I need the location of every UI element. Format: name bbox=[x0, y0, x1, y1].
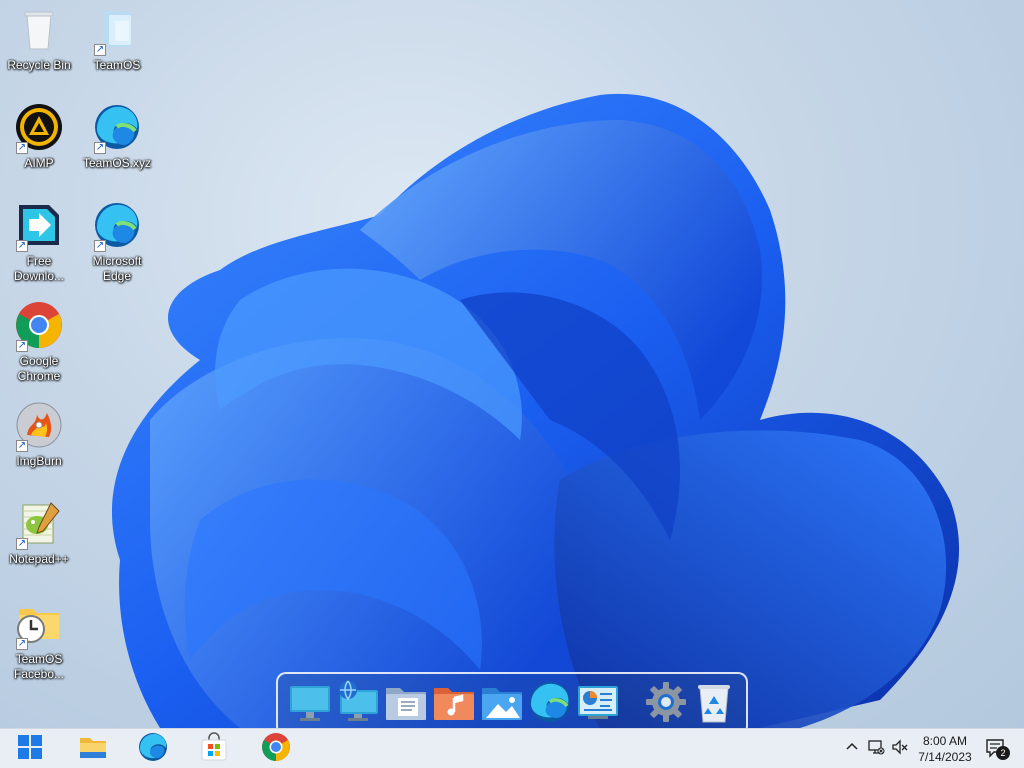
edge-icon bbox=[138, 732, 168, 767]
desktop-icon-imgburn[interactable]: ↗ ImgBurn bbox=[0, 402, 78, 469]
desktop-icon-label: Notepad++ bbox=[9, 552, 69, 566]
desktop-icon-teamos-facebook[interactable]: ↗ TeamOS Facebo... bbox=[0, 600, 78, 682]
shortcut-arrow-icon: ↗ bbox=[16, 340, 28, 352]
desktop-icon-label: TeamOS.xyz bbox=[82, 156, 151, 170]
desktop-monitor-icon bbox=[288, 680, 332, 729]
desktop-icon-teamos[interactable]: ↗ TeamOS bbox=[78, 6, 156, 73]
taskbar-edge[interactable] bbox=[135, 732, 171, 766]
network-globe-icon bbox=[336, 680, 380, 729]
desktop-icon-aimp[interactable]: ↗ AIMP bbox=[0, 103, 78, 171]
desktop-icon-teamos-xyz[interactable]: ↗ TeamOS.xyz bbox=[78, 104, 156, 171]
shortcut-arrow-icon: ↗ bbox=[16, 240, 28, 252]
desktop-icon-label: Microsoft Edge bbox=[92, 254, 142, 283]
shortcut-arrow-icon: ↗ bbox=[16, 638, 28, 650]
desktop[interactable]: Recycle Bin ↗ AIMP ↗ Free Downlo... ↗ Go… bbox=[0, 0, 1024, 728]
shortcut-arrow-icon: ↗ bbox=[94, 44, 106, 56]
desktop-icon-notepadpp[interactable]: ↗ Notepad++ bbox=[0, 500, 78, 567]
desktop-icon-label: TeamOS bbox=[93, 58, 141, 72]
settings-gear-icon bbox=[644, 680, 688, 729]
desktop-icon-google-chrome[interactable]: ↗ Google Chrome bbox=[0, 301, 78, 384]
clock-date: 7/14/2023 bbox=[918, 750, 972, 764]
dock-item-network[interactable] bbox=[336, 680, 380, 729]
desktop-icon-free-download-manager[interactable]: ↗ Free Downlo... bbox=[0, 202, 78, 284]
shortcut-arrow-icon: ↗ bbox=[94, 142, 106, 154]
taskbar-file-explorer[interactable] bbox=[75, 732, 111, 766]
start-windows-icon bbox=[15, 732, 45, 767]
shortcut-arrow-icon: ↗ bbox=[94, 240, 106, 252]
dock-item-recycle-bin[interactable] bbox=[692, 682, 736, 726]
file-explorer-icon bbox=[78, 732, 108, 767]
edge-icon bbox=[528, 680, 572, 729]
taskbar: 8:00 AM 7/14/2023 2 bbox=[0, 728, 1024, 768]
desktop-icon-label: ImgBurn bbox=[16, 454, 62, 468]
shortcut-arrow-icon: ↗ bbox=[16, 142, 28, 154]
recycle-bin-icon bbox=[15, 5, 63, 58]
dock-item-documents[interactable] bbox=[384, 682, 428, 726]
microsoft-store-icon bbox=[199, 731, 229, 767]
dock bbox=[276, 672, 748, 728]
control-panel-icon bbox=[576, 680, 620, 729]
tray-network-button[interactable] bbox=[866, 739, 886, 759]
taskbar-microsoft-store[interactable] bbox=[196, 731, 232, 767]
dock-item-desktop[interactable] bbox=[288, 682, 332, 726]
desktop-icon-label: Free Downlo... bbox=[13, 254, 65, 283]
shortcut-arrow-icon: ↗ bbox=[16, 440, 28, 452]
dock-item-edge[interactable] bbox=[528, 680, 572, 729]
recycle-bin-icon bbox=[692, 680, 736, 729]
volume-muted-icon bbox=[891, 738, 909, 761]
dock-item-pictures[interactable] bbox=[480, 682, 524, 726]
dock-item-control-panel[interactable] bbox=[576, 682, 620, 726]
notification-count-badge: 2 bbox=[996, 746, 1010, 760]
dock-item-music[interactable] bbox=[432, 682, 476, 726]
tray-overflow-button[interactable] bbox=[842, 739, 862, 759]
taskbar-chrome[interactable] bbox=[258, 732, 294, 766]
desktop-icon-recycle-bin[interactable]: Recycle Bin bbox=[0, 6, 78, 73]
desktop-icon-label: AIMP bbox=[24, 156, 54, 170]
notification-center-button[interactable]: 2 bbox=[984, 738, 1010, 760]
clock-time: 8:00 AM bbox=[922, 734, 968, 748]
desktop-icon-label: Recycle Bin bbox=[7, 58, 71, 72]
dock-item-settings[interactable] bbox=[644, 680, 688, 729]
chrome-icon bbox=[261, 732, 291, 767]
tray-volume-button[interactable] bbox=[890, 738, 910, 761]
desktop-icon-label: Google Chrome bbox=[17, 354, 61, 383]
taskbar-clock[interactable]: 8:00 AM 7/14/2023 bbox=[910, 733, 980, 765]
shortcut-arrow-icon: ↗ bbox=[16, 538, 28, 550]
desktop-icon-label: TeamOS Facebo... bbox=[13, 652, 65, 681]
pictures-folder-icon bbox=[480, 680, 524, 729]
start-button[interactable] bbox=[12, 732, 48, 766]
chevron-up-icon bbox=[843, 738, 861, 761]
desktop-icon-microsoft-edge[interactable]: ↗ Microsoft Edge bbox=[78, 202, 156, 284]
documents-folder-icon bbox=[384, 680, 428, 729]
music-folder-icon bbox=[432, 680, 476, 729]
network-icon bbox=[867, 738, 885, 761]
